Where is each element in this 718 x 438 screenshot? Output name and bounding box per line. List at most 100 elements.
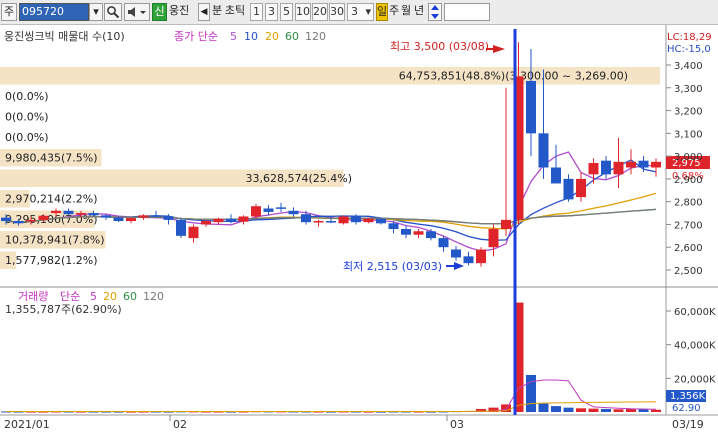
ma-period-5: 5 — [230, 30, 237, 43]
candle-body — [176, 219, 186, 236]
candle-body — [138, 215, 149, 218]
market-select[interactable]: 주 — [1, 3, 17, 21]
market-select-label: 주 — [3, 5, 15, 18]
volume-profile-label: 64,753,851(48.8%)(3,300.00 ~ 3,269.00) — [399, 69, 628, 82]
period-label: 5 — [283, 5, 290, 18]
candle-body — [113, 217, 124, 222]
tick-unit-label: 초틱 — [224, 4, 246, 17]
year-label: 년 — [413, 4, 425, 17]
volume-ma-period-20: 20 — [103, 290, 117, 303]
candle-body — [476, 249, 486, 264]
candle-body — [576, 178, 586, 198]
credit-badge[interactable]: 신 — [152, 3, 167, 21]
triangle-left-icon: ◀ — [200, 7, 208, 17]
price-axis-label: 3,400 — [674, 61, 703, 72]
last-volume-value: 1,356K — [670, 391, 706, 402]
period-label: 20 — [313, 5, 327, 18]
price-axis-label: 2,500 — [674, 266, 703, 277]
candle-body — [13, 221, 24, 224]
candle-body — [451, 249, 461, 258]
week-button[interactable]: 주 — [388, 3, 400, 21]
volume-bar — [651, 409, 661, 412]
tick-unit[interactable]: 초틱 — [223, 3, 247, 21]
period-label: 1 — [253, 5, 260, 18]
minute-unit[interactable]: 분 — [211, 3, 223, 21]
hc-label: HC:-15,0 — [667, 44, 711, 55]
candle-body — [63, 210, 74, 215]
updown-button[interactable] — [428, 3, 442, 21]
stock-code-input[interactable]: 095720 — [19, 3, 89, 21]
candle-body — [363, 218, 374, 223]
candle-body — [338, 216, 349, 224]
candle-body — [226, 218, 236, 222]
date-label-jan: 2021/01 — [4, 418, 50, 431]
magnifier-icon — [107, 6, 120, 19]
ma-period-120: 120 — [305, 30, 326, 43]
ma-period-20: 20 — [265, 30, 279, 43]
volume-bar — [638, 409, 649, 412]
period-label: 10 — [296, 5, 310, 18]
stock-chart[interactable]: 64,753,851(48.8%)(3,300.00 ~ 3,269.00) 0(… — [0, 25, 718, 435]
period-button-5[interactable]: 5 — [280, 3, 293, 21]
volume-bar — [601, 408, 611, 412]
ma-label: 종가 단순 — [174, 30, 218, 43]
period-button-1[interactable]: 1 — [250, 3, 263, 21]
speaker-button[interactable] — [124, 3, 150, 21]
candle-body — [163, 216, 174, 220]
day-button[interactable]: 일 — [376, 3, 388, 21]
price-axis-label: 3,100 — [674, 129, 703, 140]
candle-body — [126, 218, 136, 222]
price-axis-label: 2,900 — [674, 175, 703, 186]
candle-body — [26, 219, 36, 222]
search-button[interactable] — [104, 3, 122, 21]
year-button[interactable]: 년 — [412, 3, 426, 21]
prev-period-button[interactable]: ◀ — [198, 3, 210, 21]
candle-body — [1, 217, 11, 222]
volume-ma-period-5: 5 — [90, 290, 97, 303]
candle-body — [101, 215, 111, 218]
price-axis-label: 3,000 — [674, 152, 703, 163]
low-price-label: 최저 2,515 (03/03) — [343, 260, 442, 273]
volume-bar — [588, 408, 599, 412]
period-button-20[interactable]: 20 — [312, 3, 328, 21]
date-label-cursor: 03/19 — [672, 418, 704, 431]
candle-body — [376, 218, 386, 224]
candle-body — [263, 208, 274, 212]
month-button[interactable]: 월 — [400, 3, 412, 21]
ma-period-10: 10 — [244, 30, 258, 43]
stock-code-dropdown[interactable]: ▾ — [89, 3, 103, 21]
candle-body — [426, 231, 436, 239]
stock-name-label: 웅진 — [169, 4, 190, 17]
interval-select[interactable]: 3 ▾ — [347, 3, 374, 21]
minute-unit-label: 분 — [211, 4, 223, 17]
volume-profile-label: 33,628,574(25.4%) — [245, 172, 352, 185]
candle-body — [563, 178, 574, 200]
candle-body — [151, 215, 161, 217]
chevron-down-icon: ▾ — [93, 5, 99, 18]
candle-body — [388, 223, 399, 229]
period-button-30[interactable]: 30 — [329, 3, 345, 21]
ma-period-60: 60 — [285, 30, 299, 43]
candle-body — [288, 210, 299, 215]
credit-badge-label: 신 — [154, 5, 165, 18]
period-label: 3 — [268, 5, 275, 18]
volume-bar — [613, 409, 624, 412]
candle-body — [626, 161, 636, 168]
candle-body — [213, 218, 224, 223]
volume-axis-label: 60,000K — [674, 307, 716, 318]
price-axis-label: 3,200 — [674, 107, 703, 118]
volume-bar — [526, 374, 536, 412]
candle-body — [588, 162, 599, 175]
volume-axis-label: 40,000K — [674, 341, 716, 352]
volume-profile-label: 0(0.0%) — [5, 131, 49, 144]
extra-input[interactable] — [444, 3, 490, 21]
volume-ma-label: 단순 — [60, 290, 80, 303]
volume-profile-label: 2,970,214(2.2%) — [5, 192, 98, 205]
updown-arrow-icon — [431, 5, 439, 19]
candle-body — [488, 229, 499, 248]
chart-area[interactable]: 64,753,851(48.8%)(3,300.00 ~ 3,269.00) 0(… — [0, 25, 718, 435]
volume-ma-period-120: 120 — [143, 290, 164, 303]
period-button-3[interactable]: 3 — [265, 3, 278, 21]
period-button-10[interactable]: 10 — [295, 3, 311, 21]
volume-bar — [551, 406, 561, 412]
